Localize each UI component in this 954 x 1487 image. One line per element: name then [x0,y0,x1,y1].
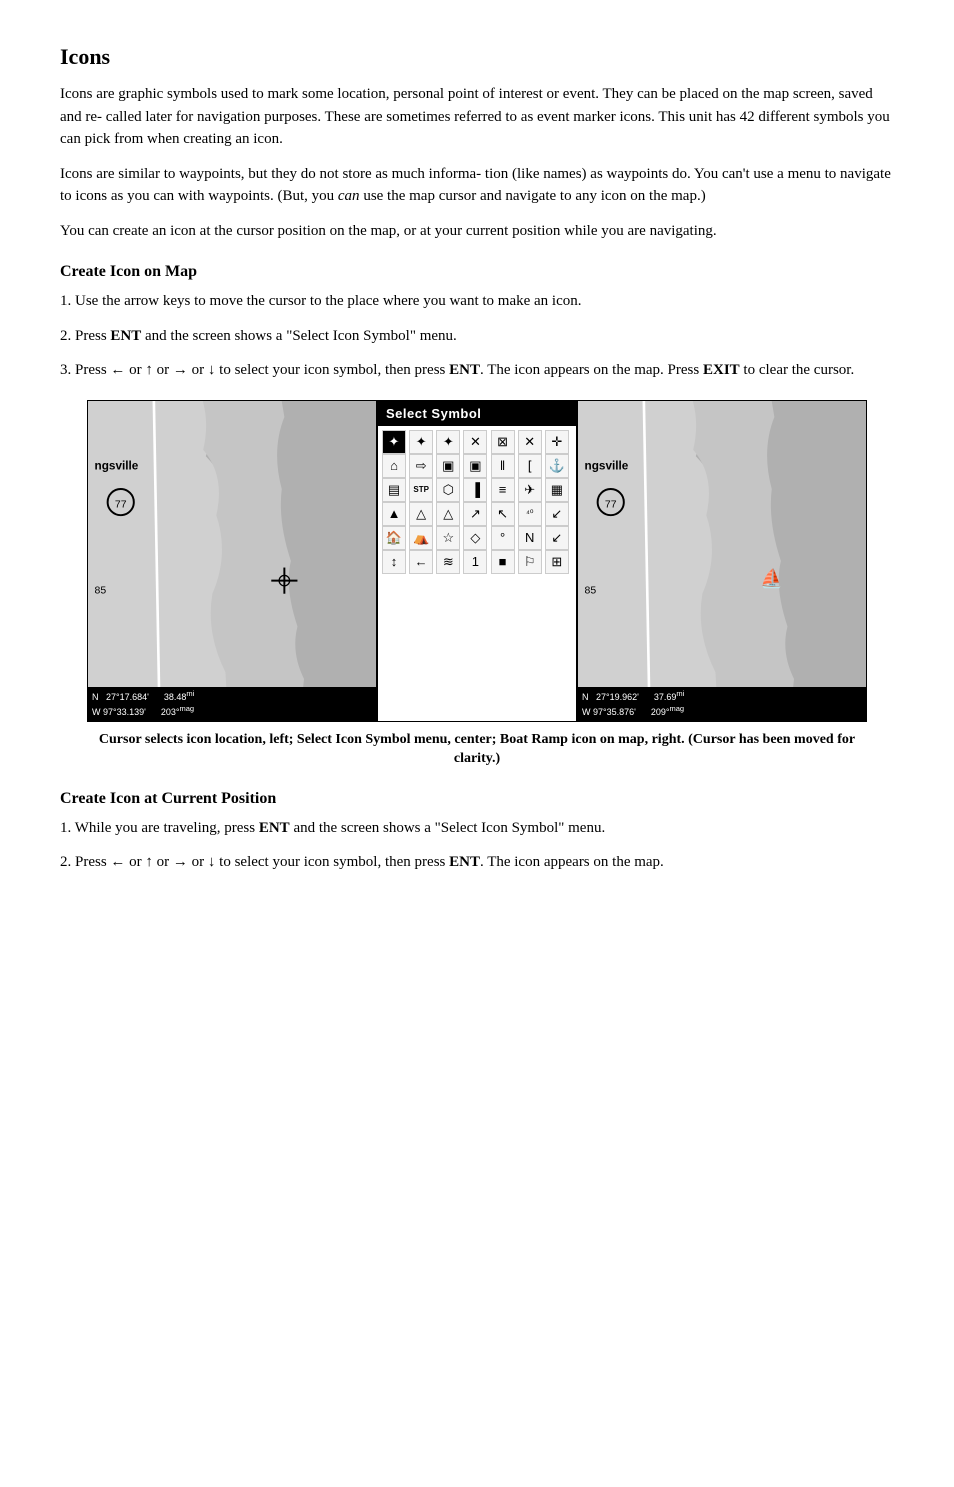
symbol-cell[interactable]: ⊠ [491,430,515,454]
svg-text:⛵: ⛵ [760,567,783,589]
symbol-cell[interactable]: ☆ [436,526,460,550]
step-1-map: 1. Use the arrow keys to move the cursor… [60,290,894,313]
select-symbol-panel: Select Symbol ✦ ✦ ✦ ✕ ⊠ ✕ ✛ ⌂ ⇨ ▣ ▣ ǁ [ [377,401,577,721]
symbol-cell[interactable]: ↖ [491,502,515,526]
symbol-cell[interactable]: ⊞ [545,550,569,574]
symbol-cell[interactable]: ° [491,526,515,550]
step-2-position: 2. Press ← or ↑ or → or ↓ to select your… [60,851,894,874]
symbol-cell[interactable]: ■ [491,550,515,574]
symbol-cell[interactable]: ǁ [491,454,515,478]
step-2-map: 2. Press ENT and the screen shows a "Sel… [60,325,894,348]
symbol-cell[interactable]: △ [436,502,460,526]
symbol-cell[interactable]: ▦ [545,478,569,502]
page-title: Icons [60,40,894,73]
symbol-cell[interactable]: ✕ [463,430,487,454]
svg-text:77: 77 [605,499,617,510]
symbol-cell[interactable]: STP [409,478,433,502]
svg-text:85: 85 [585,585,597,596]
symbol-cell[interactable]: ⌂ [382,454,406,478]
intro-paragraph-2: Icons are similar to waypoints, but they… [60,163,894,208]
symbol-cell[interactable]: ↕ [382,550,406,574]
symbol-cell[interactable]: ⚐ [518,550,542,574]
symbol-cell[interactable]: ▣ [463,454,487,478]
intro-paragraph-1: Icons are graphic symbols used to mark s… [60,83,894,151]
symbol-cell[interactable]: ✦ [436,430,460,454]
symbol-cell[interactable]: △ [409,502,433,526]
symbol-cell[interactable]: ✦ [382,430,406,454]
map-right-bottom-bar: N 27°19.962' 37.69mi W 97°35.876' 209°ma… [578,687,866,720]
symbol-cell[interactable]: ⁴⁰ [518,502,542,526]
map-right: ngsville 77 85 40mi 77 ⛵ N 27°19.962' 37… [577,401,866,721]
symbol-cell[interactable]: ⬡ [436,478,460,502]
symbol-cell[interactable]: N [518,526,542,550]
symbol-cell[interactable]: 🏠 [382,526,406,550]
symbol-cell[interactable]: ↙ [545,502,569,526]
symbol-cell[interactable]: ▲ [382,502,406,526]
symbol-cell[interactable]: ↗ [463,502,487,526]
figure-container: ngsville 77 85 40mi 77 N [60,400,894,769]
page-content: Icons Icons are graphic symbols used to … [60,40,894,874]
symbol-cell[interactable]: ⛺ [409,526,433,550]
section-heading-1: Create Icon on Map [60,260,894,284]
symbol-cell[interactable]: ← [409,550,433,574]
symbol-cell[interactable]: ↙ [545,526,569,550]
symbol-cell[interactable]: ✦ [409,430,433,454]
step-3-map: 3. Press ← or ↑ or → or ↓ to select your… [60,359,894,382]
map-left-bottom-bar: N 27°17.684' 38.48mi W 97°33.139' 203°ma… [88,687,376,720]
symbol-cell[interactable]: ✛ [545,430,569,454]
symbol-grid: ✦ ✦ ✦ ✕ ⊠ ✕ ✛ ⌂ ⇨ ▣ ▣ ǁ [ ⚓ ▤ [378,426,576,578]
symbol-cell[interactable]: [ [518,454,542,478]
section-heading-2: Create Icon at Current Position [60,787,894,811]
svg-text:ngsville: ngsville [95,459,139,472]
symbol-cell[interactable]: ▣ [436,454,460,478]
symbol-cell[interactable]: ⇨ [409,454,433,478]
map-left: ngsville 77 85 40mi 77 N [88,401,377,721]
symbol-cell[interactable]: ◇ [463,526,487,550]
svg-text:85: 85 [95,585,107,596]
intro-paragraph-3: You can create an icon at the cursor pos… [60,220,894,243]
step-1-position: 1. While you are traveling, press ENT an… [60,817,894,840]
symbol-cell[interactable]: ✈ [518,478,542,502]
symbol-cell[interactable]: ✕ [518,430,542,454]
figure-row: ngsville 77 85 40mi 77 N [87,400,867,722]
symbol-cell[interactable]: ▤ [382,478,406,502]
symbol-cell[interactable]: ≋ [436,550,460,574]
symbol-cell[interactable]: 1 [463,550,487,574]
select-symbol-header: Select Symbol [378,401,576,427]
symbol-cell[interactable]: ▐ [463,478,487,502]
symbol-cell[interactable]: ≡ [491,478,515,502]
svg-text:77: 77 [115,499,127,510]
svg-text:ngsville: ngsville [585,459,629,472]
figure-caption: Cursor selects icon location, left; Sele… [87,730,867,769]
symbol-cell[interactable]: ⚓ [545,454,569,478]
